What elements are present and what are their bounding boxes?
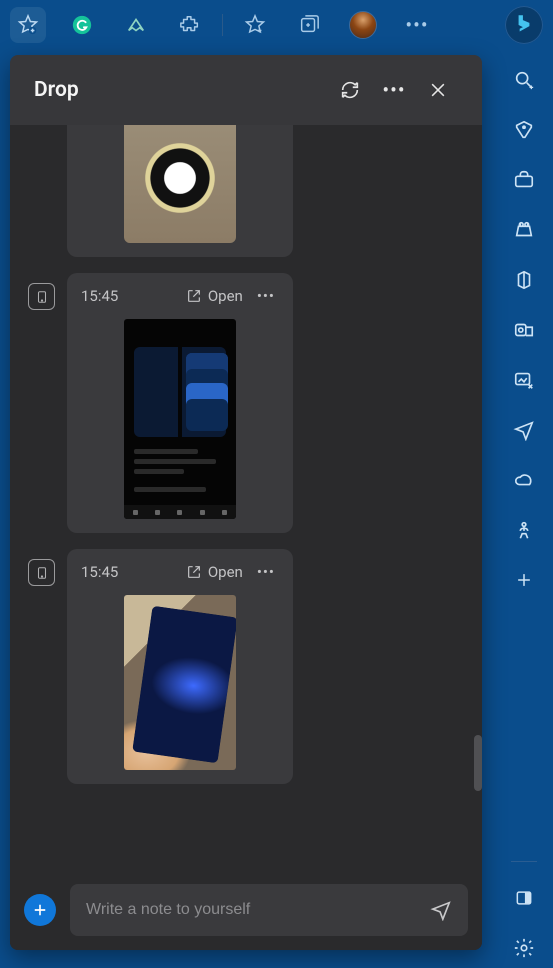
- extensions-icon[interactable]: [172, 7, 208, 43]
- more-actions-icon[interactable]: •••: [399, 7, 435, 43]
- image-create-icon[interactable]: [504, 360, 544, 400]
- drop-icon[interactable]: [504, 410, 544, 450]
- meditate-icon[interactable]: [504, 510, 544, 550]
- message-header: 15:45 Open •••: [81, 561, 279, 583]
- message-more-button[interactable]: •••: [253, 285, 279, 307]
- send-button[interactable]: [426, 895, 456, 925]
- source-device-icon: [28, 283, 55, 310]
- add-tool-icon[interactable]: [504, 560, 544, 600]
- toolbar-separator: [222, 14, 223, 36]
- close-button[interactable]: [416, 68, 460, 112]
- message-header: 15:45 Open •••: [81, 285, 279, 307]
- bing-chat-icon[interactable]: [505, 6, 543, 44]
- drop-body: 15:45 Open •••: [10, 125, 482, 950]
- message-card[interactable]: 15:45 Open •••: [67, 273, 293, 533]
- weather-icon[interactable]: [504, 460, 544, 500]
- games-icon[interactable]: [504, 210, 544, 250]
- drop-title: Drop: [34, 78, 328, 102]
- open-label: Open: [208, 563, 243, 581]
- drop-panel: Drop •••: [10, 55, 482, 950]
- message-image[interactable]: [124, 125, 236, 243]
- profile-avatar[interactable]: [345, 7, 381, 43]
- note-input[interactable]: [86, 901, 426, 919]
- drop-message: 15:45 Open •••: [28, 549, 464, 784]
- edge-sidebar: [495, 50, 553, 968]
- message-time: 15:45: [81, 287, 118, 305]
- drop-messages: 15:45 Open •••: [10, 125, 482, 870]
- open-button[interactable]: Open: [186, 287, 243, 305]
- note-compose-box: [70, 884, 468, 936]
- scrollbar-thumb[interactable]: [474, 735, 482, 791]
- message-image[interactable]: [124, 595, 236, 770]
- hide-sidebar-icon[interactable]: [504, 878, 544, 918]
- outlook-icon[interactable]: [504, 310, 544, 350]
- drop-composer: [10, 870, 482, 950]
- drop-header: Drop •••: [10, 55, 482, 125]
- message-image[interactable]: [124, 319, 236, 519]
- search-icon[interactable]: [504, 60, 544, 100]
- drop-message: 15:45 Open •••: [28, 273, 464, 533]
- sidebar-divider: [511, 861, 537, 862]
- source-device-icon: [28, 559, 55, 586]
- collections-icon[interactable]: [291, 7, 327, 43]
- browser-toolbar: •••: [0, 0, 553, 50]
- settings-icon[interactable]: [504, 928, 544, 968]
- message-card[interactable]: 15:45 Open •••: [67, 549, 293, 784]
- m365-icon[interactable]: [504, 260, 544, 300]
- refresh-button[interactable]: [328, 68, 372, 112]
- open-label: Open: [208, 287, 243, 305]
- message-time: 15:45: [81, 563, 118, 581]
- shopping-icon[interactable]: [504, 110, 544, 150]
- drop-more-button[interactable]: •••: [372, 68, 416, 112]
- favorites-add-icon[interactable]: [10, 7, 46, 43]
- favorites-icon[interactable]: [237, 7, 273, 43]
- tools-icon[interactable]: [504, 160, 544, 200]
- edge-extension-icon[interactable]: [118, 7, 154, 43]
- message-more-button[interactable]: •••: [253, 561, 279, 583]
- message-card[interactable]: [67, 125, 293, 257]
- grammarly-icon[interactable]: [64, 7, 100, 43]
- open-button[interactable]: Open: [186, 563, 243, 581]
- add-attachment-button[interactable]: [24, 894, 56, 926]
- drop-message: [28, 125, 464, 257]
